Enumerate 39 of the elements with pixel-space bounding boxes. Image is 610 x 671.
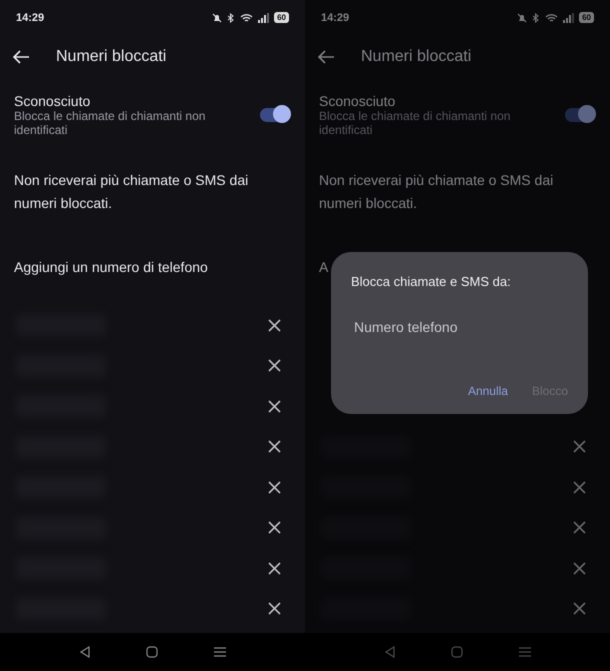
toggle-switch[interactable] [260,108,288,122]
menu-nav-icon[interactable] [214,646,226,658]
bluetooth-icon [532,12,540,22]
remove-icon[interactable] [268,359,281,372]
remove-icon[interactable] [268,602,281,616]
back-icon[interactable] [12,50,30,64]
setting-description: Blocca le chiamate di chiamanti non identificati [14,109,206,137]
remove-icon[interactable] [268,521,281,534]
status-time: 14:29 [16,12,44,24]
remove-icon[interactable] [268,562,281,575]
add-number-link[interactable]: Aggiungi un numero di telefono [14,259,208,275]
signal-icon [563,12,574,22]
mute-icon [212,12,222,22]
page-title: Numeri bloccati [361,48,472,66]
battery-level: 60 [579,12,594,23]
bluetooth-icon [227,12,236,22]
remove-icon[interactable] [268,480,281,494]
back-nav-icon[interactable] [80,646,90,658]
battery-level: 60 [274,12,289,23]
remove-icon[interactable] [268,318,281,332]
cancel-button[interactable]: Annulla [468,382,508,400]
mute-icon [517,12,528,22]
remove-icon[interactable] [268,440,281,454]
setting-label: Sconosciuto [319,93,396,109]
wifi-icon [545,12,558,22]
dialog-title: Blocca chiamate e SMS da: [351,274,512,289]
phone-number-field[interactable]: Numero telefono [351,315,557,339]
home-nav-icon[interactable] [146,646,158,658]
status-time: 14:29 [321,12,350,24]
signal-icon [258,12,270,22]
page-title: Numeri bloccati [56,48,166,66]
remove-icon[interactable] [268,400,281,413]
notice-text: Non riceverai più chiamate o SMS dai numeri bloccati. [318,171,554,213]
notice-text: Non riceverai più chiamate o SMS dai numeri bloccati. [13,171,250,213]
setting-label: Sconosciuto [14,93,92,109]
add-number-link[interactable]: A [319,259,328,275]
toggle-switch[interactable] [565,108,593,122]
wifi-icon [240,12,254,22]
setting-description: Blocca le chiamate di chiamanti non identificati [319,109,512,137]
